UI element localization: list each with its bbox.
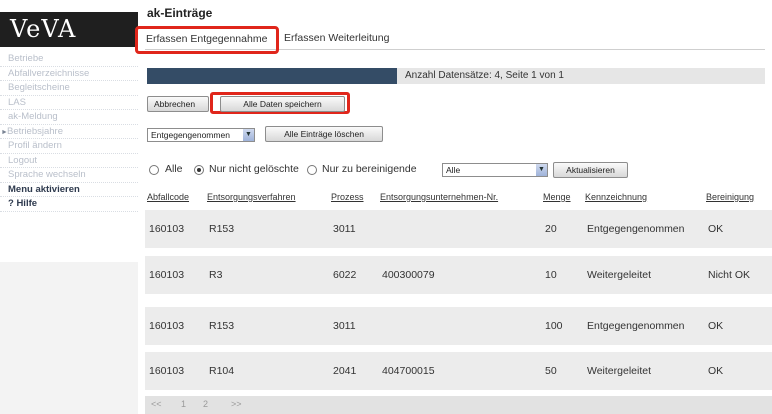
radio-to-clean-label: Nur zu bereinigende bbox=[322, 163, 417, 175]
refresh-button[interactable]: Aktualisieren bbox=[553, 162, 628, 178]
sidebar-item-hilfe[interactable]: ? Hilfe bbox=[0, 197, 138, 212]
cell-abfallcode: 160103 bbox=[149, 223, 185, 235]
sidebar-item-label: Betriebsjahre bbox=[7, 125, 63, 137]
record-count-text: Anzahl Datensätze: 4, Seite 1 von 1 bbox=[405, 70, 564, 81]
col-menge[interactable]: Menge bbox=[543, 192, 571, 202]
radio-not-deleted[interactable] bbox=[194, 165, 204, 175]
sidebar-item-logout[interactable]: Logout bbox=[0, 154, 138, 168]
radio-all-label: Alle bbox=[165, 163, 183, 175]
sidebar-item-sprache[interactable]: Sprache wechseln bbox=[0, 168, 138, 183]
col-unternehmen-nr[interactable]: Entsorgungsunternehmen-Nr. bbox=[380, 192, 498, 202]
pagination: << 1 2 >> bbox=[145, 396, 772, 414]
tab-erfassen-weiterleitung[interactable]: Erfassen Weiterleitung bbox=[284, 30, 389, 49]
filter-select[interactable]: Alle ▼ bbox=[442, 163, 548, 177]
cell-bereinigung: OK bbox=[708, 365, 724, 377]
cell-verfahren: R3 bbox=[209, 269, 223, 281]
save-all-button[interactable]: Alle Daten speichern bbox=[220, 96, 345, 112]
col-prozess[interactable]: Prozess bbox=[331, 192, 364, 202]
cell-kennzeichnung: Weitergeleitet bbox=[587, 365, 652, 377]
cell-menge: 100 bbox=[545, 320, 563, 332]
sidebar-footer-area bbox=[0, 262, 138, 414]
sidebar-nav: Betriebe Abfallverzeichnisse Begleitsche… bbox=[0, 52, 138, 212]
pager-page-1[interactable]: 1 bbox=[181, 399, 186, 409]
cell-unternehmen: 400300079 bbox=[382, 269, 435, 281]
cell-menge: 20 bbox=[545, 223, 557, 235]
pager-page-2[interactable]: 2 bbox=[203, 399, 208, 409]
cell-unternehmen: 404700015 bbox=[382, 365, 435, 377]
cell-verfahren: R153 bbox=[209, 223, 235, 235]
cell-kennzeichnung: Weitergeleitet bbox=[587, 269, 652, 281]
delete-all-button[interactable]: Alle Einträge löschen bbox=[265, 126, 383, 142]
table-row[interactable]: 160103 R3 6022 400300079 10 Weitergeleit… bbox=[145, 256, 772, 294]
sidebar-item-ak-meldung[interactable]: ak-Meldung bbox=[0, 110, 138, 125]
col-kennzeichnung[interactable]: Kennzeichnung bbox=[585, 192, 647, 202]
sidebar-item-begleitscheine[interactable]: Begleitscheine bbox=[0, 81, 138, 96]
sidebar-item-profil[interactable]: Profil ändern bbox=[0, 139, 138, 154]
sidebar-item-betriebe[interactable]: Betriebe bbox=[0, 52, 138, 67]
cell-prozess: 2041 bbox=[333, 365, 357, 377]
main-content: ak-Einträge Erfassen Entgegennahme Erfas… bbox=[135, 0, 772, 414]
cell-abfallcode: 160103 bbox=[149, 320, 185, 332]
cell-menge: 10 bbox=[545, 269, 557, 281]
radio-to-clean[interactable] bbox=[307, 165, 317, 175]
cell-bereinigung: OK bbox=[708, 320, 724, 332]
cell-bereinigung: Nicht OK bbox=[708, 269, 751, 281]
status-select-value: Entgegengenommen bbox=[151, 130, 230, 140]
info-bar-accent bbox=[147, 68, 397, 84]
table-row[interactable]: 160103 R153 3011 20 Entgegengenommen OK bbox=[145, 210, 772, 248]
page-title: ak-Einträge bbox=[147, 6, 213, 20]
radio-all[interactable] bbox=[149, 165, 159, 175]
veva-logo: VeVA bbox=[0, 12, 138, 47]
cell-bereinigung: OK bbox=[708, 223, 724, 235]
chevron-down-icon: ▼ bbox=[243, 129, 254, 141]
cell-kennzeichnung: Entgegengenommen bbox=[587, 223, 685, 235]
cell-prozess: 3011 bbox=[333, 320, 356, 332]
table-row[interactable]: 160103 R153 3011 100 Entgegengenommen OK bbox=[145, 307, 772, 345]
col-abfallcode[interactable]: Abfallcode bbox=[147, 192, 189, 202]
radio-not-deleted-label: Nur nicht gelöschte bbox=[209, 163, 299, 175]
sidebar: VeVA Betriebe Abfallverzeichnisse Beglei… bbox=[0, 0, 138, 414]
cell-menge: 50 bbox=[545, 365, 557, 377]
sidebar-item-las[interactable]: LAS bbox=[0, 96, 138, 110]
pager-first[interactable]: << bbox=[151, 399, 162, 409]
cell-abfallcode: 160103 bbox=[149, 365, 185, 377]
sidebar-item-betriebsjahre[interactable]: ►Betriebsjahre bbox=[0, 125, 138, 139]
tab-erfassen-entgegennahme[interactable]: Erfassen Entgegennahme bbox=[135, 26, 279, 54]
col-entsorgungsverfahren[interactable]: Entsorgungsverfahren bbox=[207, 192, 296, 202]
cell-kennzeichnung: Entgegengenommen bbox=[587, 320, 685, 332]
cell-abfallcode: 160103 bbox=[149, 269, 185, 281]
status-select[interactable]: Entgegengenommen ▼ bbox=[147, 128, 255, 142]
cell-prozess: 3011 bbox=[333, 223, 356, 235]
table-row[interactable]: 160103 R104 2041 404700015 50 Weitergele… bbox=[145, 352, 772, 390]
cancel-button[interactable]: Abbrechen bbox=[147, 96, 209, 112]
chevron-down-icon: ▼ bbox=[536, 164, 547, 176]
sidebar-item-abfallverzeichnisse[interactable]: Abfallverzeichnisse bbox=[0, 67, 138, 81]
cell-verfahren: R153 bbox=[209, 320, 235, 332]
cell-prozess: 6022 bbox=[333, 269, 357, 281]
record-info-bar: Anzahl Datensätze: 4, Seite 1 von 1 bbox=[147, 68, 765, 84]
cell-verfahren: R104 bbox=[209, 365, 235, 377]
pager-last[interactable]: >> bbox=[231, 399, 242, 409]
filter-select-value: Alle bbox=[446, 165, 461, 175]
tab-bar: Erfassen Entgegennahme Erfassen Weiterle… bbox=[135, 26, 765, 54]
table-header: Abfallcode Entsorgungsverfahren Prozess … bbox=[145, 188, 772, 208]
sidebar-item-menu-aktivieren[interactable]: Menu aktivieren bbox=[0, 183, 138, 197]
col-bereinigung[interactable]: Bereinigung bbox=[706, 192, 754, 202]
